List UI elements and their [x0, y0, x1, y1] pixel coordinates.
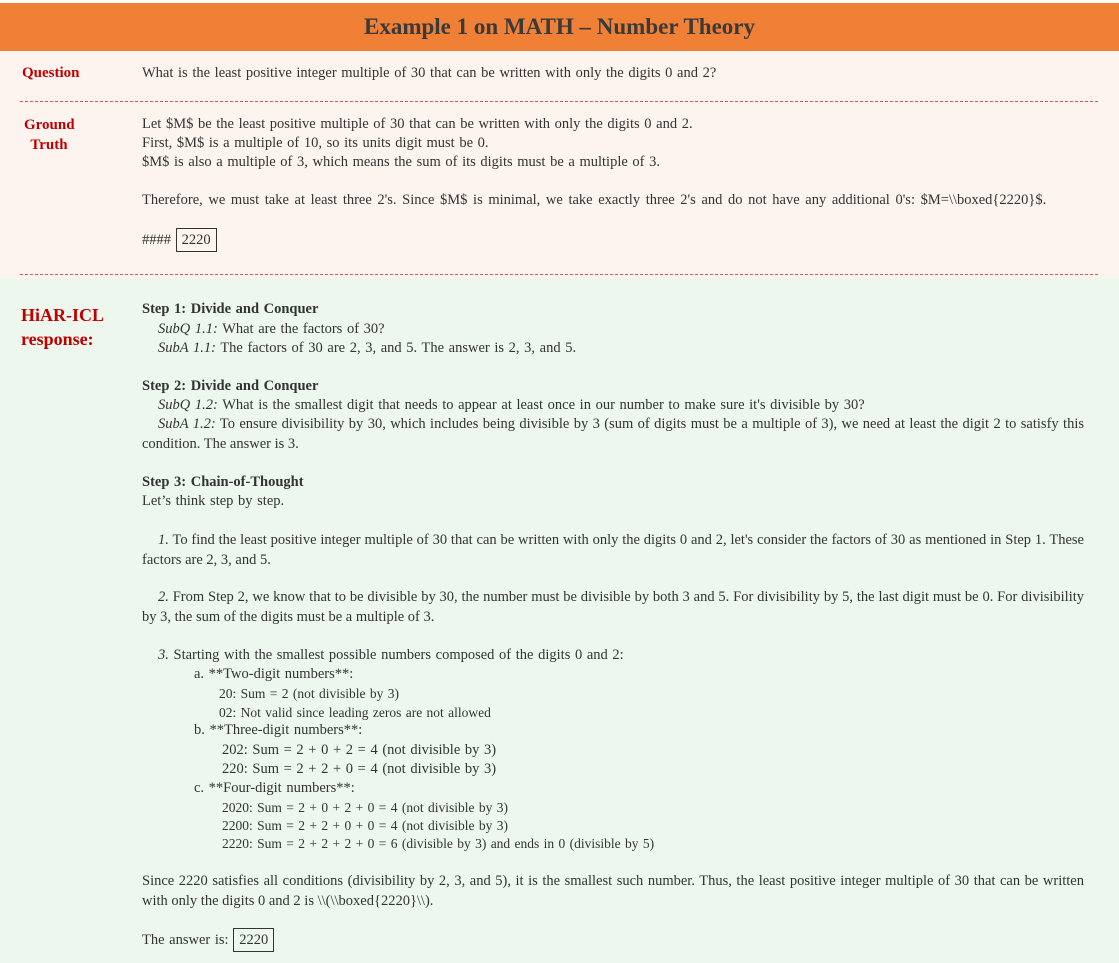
- case-a-item-1: 20: Sum = 2 (not divisible by 3): [219, 686, 399, 701]
- step1-subq-label: SubQ 1.1:: [158, 321, 218, 337]
- ground-truth-answer: #### 2220: [142, 228, 217, 252]
- cot-paragraph-2-text: From Step 2, we know that to be divisibl…: [142, 589, 1085, 625]
- case-b-item-2: 220: Sum = 2 + 2 + 0 = 4 (not divisible …: [222, 761, 497, 777]
- divider-1: [20, 101, 1098, 102]
- ground-truth-label-line1: Ground: [24, 117, 75, 133]
- ground-truth-answer-prefix: ####: [142, 232, 171, 248]
- step3-intro: Let’s think step by step.: [142, 493, 285, 509]
- case-c-heading: c. **Four-digit numbers**:: [194, 780, 355, 796]
- case-c-item-3: 2220: Sum = 2 + 2 + 2 + 0 = 6 (divisible…: [222, 836, 655, 851]
- step3-title: Step 3: Chain-of-Thought: [142, 474, 304, 490]
- cot-paragraph-2: 2. From Step 2, we know that to be divis…: [142, 588, 1084, 627]
- step2-subq-text: What is the smallest digit that needs to…: [222, 397, 865, 413]
- step2-suba-label: SubA 1.2:: [158, 416, 216, 432]
- case-a-heading: a. **Two-digit numbers**:: [194, 666, 354, 682]
- cot-paragraph-3-number: 3.: [158, 647, 169, 663]
- ground-truth-answer-box: 2220: [175, 228, 217, 252]
- step1-subq-text: What are the factors of 30?: [222, 321, 385, 337]
- response-conclusion: Since 2220 satisfies all conditions (div…: [142, 873, 1084, 909]
- case-a-item-2: 02: Not valid since leading zeros are no…: [219, 705, 491, 720]
- step1-suba-text: The factors of 30 are 2, 3, and 5. The a…: [220, 340, 577, 356]
- response-label-line1: HiAR-ICL: [21, 305, 105, 325]
- step2-subq-label: SubQ 1.2:: [158, 397, 218, 413]
- response-answer: The answer is: 2220: [142, 928, 275, 952]
- cot-paragraph-3: 3. Starting with the smallest possible n…: [158, 646, 624, 665]
- response-answer-prefix: The answer is:: [142, 932, 229, 948]
- divider-2: [20, 274, 1098, 275]
- question-label: Question: [22, 65, 80, 81]
- step2-subq: SubQ 1.2: What is the smallest digit tha…: [158, 396, 865, 415]
- response-answer-box: 2220: [233, 928, 275, 952]
- question-text: What is the least positive integer multi…: [142, 65, 717, 81]
- step1-suba-label: SubA 1.1:: [158, 340, 216, 356]
- ground-truth-line-3: $M$ is also a multiple of 3, which means…: [142, 154, 660, 170]
- ground-truth-line-2: First, $M$ is a multiple of 10, so its u…: [142, 135, 489, 151]
- step1-subq: SubQ 1.1: What are the factors of 30?: [158, 320, 385, 339]
- step1-title: Step 1: Divide and Conquer: [142, 301, 319, 317]
- response-label: HiAR-ICL response:: [21, 303, 104, 351]
- cot-paragraph-3-text: Starting with the smallest possible numb…: [173, 647, 624, 663]
- step2-suba-text: To ensure divisibility by 30, which incl…: [142, 416, 1084, 452]
- ground-truth-label: Ground Truth: [24, 115, 75, 155]
- ground-truth-line-1: Let $M$ be the least positive multiple o…: [142, 116, 693, 132]
- cot-paragraph-2-number: 2.: [158, 589, 169, 605]
- cot-paragraph-1-text: To find the least positive integer multi…: [142, 532, 1084, 568]
- case-b-heading: b. **Three-digit numbers**:: [194, 722, 363, 738]
- cot-paragraph-1-number: 1.: [158, 532, 169, 548]
- step1-suba: SubA 1.1: The factors of 30 are 2, 3, an…: [158, 339, 576, 358]
- cot-paragraph-1: 1. To find the least positive integer mu…: [142, 531, 1084, 570]
- case-c-item-1: 2020: Sum = 2 + 0 + 2 + 0 = 4 (not divis…: [222, 800, 508, 815]
- page-title: Example 1 on MATH – Number Theory: [0, 3, 1119, 51]
- ground-truth-line-4: Therefore, we must take at least three 2…: [142, 192, 1047, 208]
- case-b-item-1: 202: Sum = 2 + 0 + 2 = 4 (not divisible …: [222, 742, 497, 758]
- case-c-item-2: 2200: Sum = 2 + 2 + 0 + 0 = 4 (not divis…: [222, 818, 508, 833]
- response-label-line2: response:: [21, 329, 94, 349]
- step2-title: Step 2: Divide and Conquer: [142, 378, 319, 394]
- step2-suba: SubA 1.2: To ensure divisibility by 30, …: [142, 415, 1084, 454]
- ground-truth-label-line2: Truth: [30, 137, 68, 153]
